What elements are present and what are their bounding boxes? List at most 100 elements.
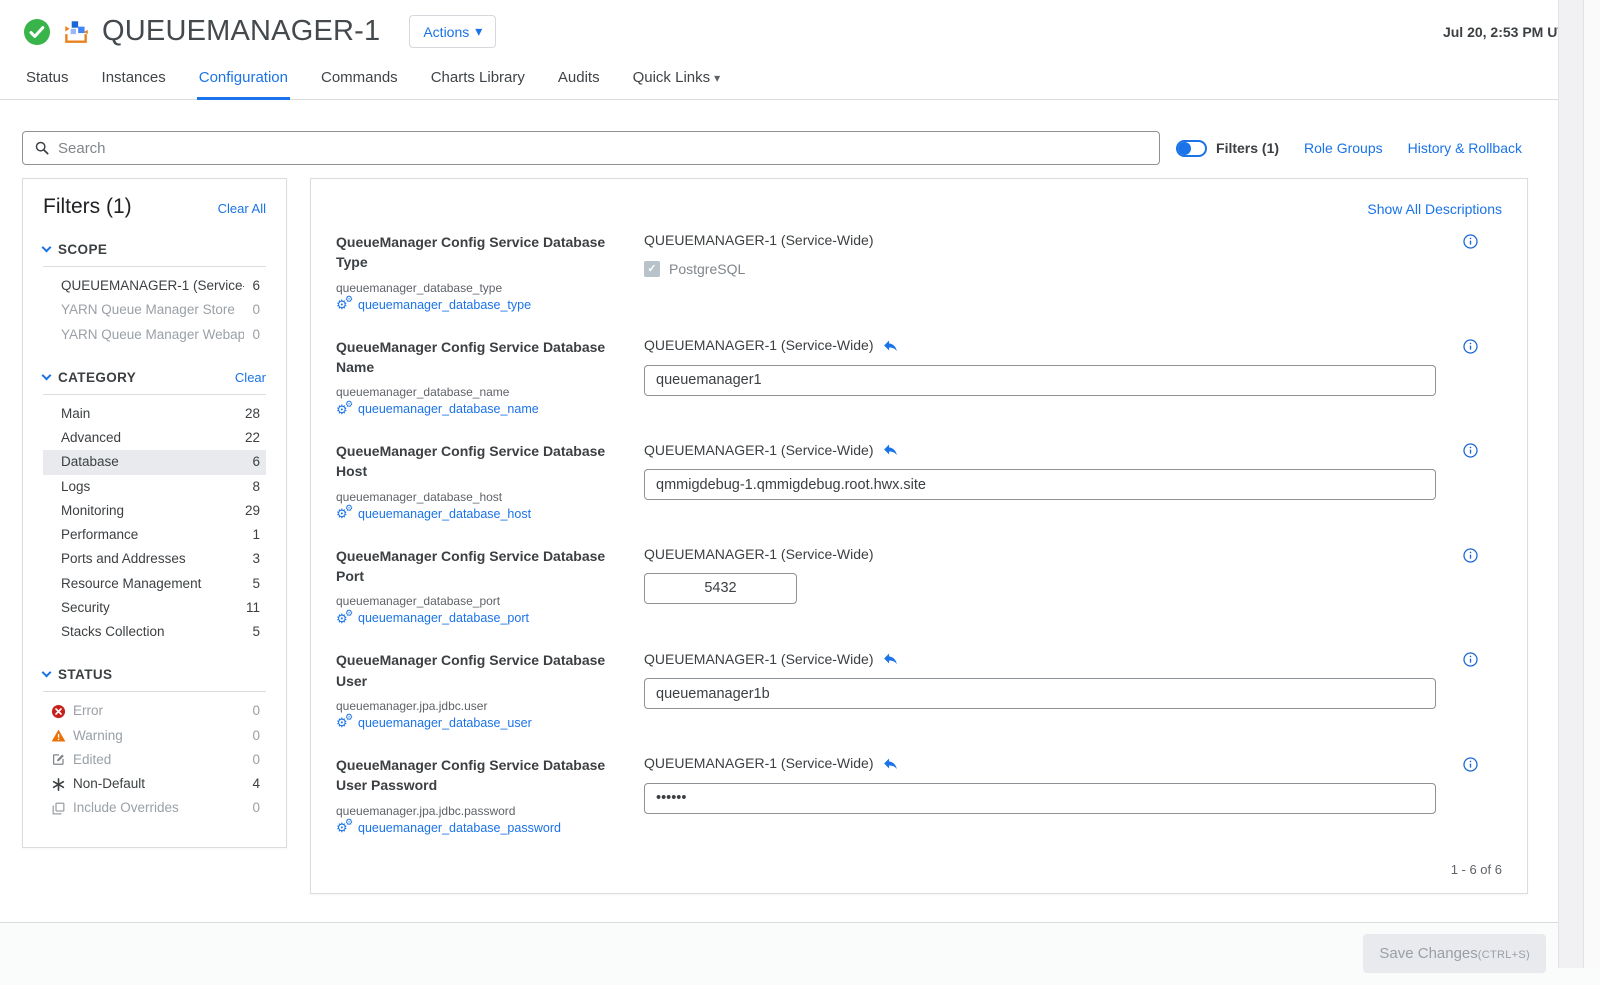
info-icon[interactable] xyxy=(1462,338,1479,417)
clear-all-link[interactable]: Clear All xyxy=(218,201,266,216)
footer-bar: Save Changes(CTRL+S) xyxy=(0,922,1600,985)
content-area: Filters (1) Clear All SCOPE QUEUEMANAGER… xyxy=(22,178,1528,922)
undo-icon[interactable] xyxy=(882,650,899,667)
config-code: queuemanager.jpa.jdbc.user xyxy=(336,699,624,713)
info-icon[interactable] xyxy=(1462,442,1479,521)
cogs-icon: ⚙⚙ xyxy=(336,821,353,834)
scope-filter-yarn-qm-store[interactable]: YARN Queue Manager Store0 xyxy=(43,298,266,322)
header-timestamp: Jul 20, 2:53 PM UTC xyxy=(1443,24,1576,40)
config-label: QueueManager Config Service Database Use… xyxy=(336,650,624,691)
category-filter-resource-management[interactable]: Resource Management5 xyxy=(43,572,266,596)
scope-filter-queuemanager-1[interactable]: QUEUEMANAGER-1 (Service-...6 xyxy=(43,274,266,298)
category-filter-logs[interactable]: Logs8 xyxy=(43,475,266,499)
category-filter-performance[interactable]: Performance1 xyxy=(43,523,266,547)
chevron-down-icon xyxy=(42,370,52,380)
pagination-label: 1 - 6 of 6 xyxy=(336,862,1502,877)
config-property-link[interactable]: queuemanager_database_password xyxy=(358,821,561,835)
error-icon xyxy=(51,704,66,719)
save-changes-button[interactable]: Save Changes(CTRL+S) xyxy=(1363,934,1546,973)
config-code: queuemanager.jpa.jdbc.password xyxy=(336,804,624,818)
undo-icon[interactable] xyxy=(882,755,899,772)
tab-status[interactable]: Status xyxy=(24,56,71,100)
category-filter-database[interactable]: Database6 xyxy=(43,450,266,474)
info-icon[interactable] xyxy=(1462,651,1479,730)
config-code: queuemanager_database_port xyxy=(336,594,624,608)
config-label: QueueManager Config Service Database Nam… xyxy=(336,337,624,378)
caret-down-icon: ▾ xyxy=(714,71,720,85)
undo-icon[interactable] xyxy=(882,441,899,458)
config-property-link[interactable]: queuemanager_database_port xyxy=(358,611,529,625)
scope-section-header[interactable]: SCOPE xyxy=(43,242,266,257)
status-filter-non-default[interactable]: Non-Default4 xyxy=(43,772,266,796)
vertical-scrollbar[interactable] xyxy=(1558,0,1584,968)
tab-quick-links[interactable]: Quick Links▾ xyxy=(631,56,723,100)
warning-icon xyxy=(51,728,66,743)
config-property-link[interactable]: queuemanager_database_type xyxy=(358,298,531,312)
filters-count-label: Filters (1) xyxy=(1216,140,1279,156)
page-header: QUEUEMANAGER-1 Actions▾ Jul 20, 2:53 PM … xyxy=(0,0,1600,56)
overrides-copy-icon xyxy=(51,801,66,816)
tab-bar: Status Instances Configuration Commands … xyxy=(0,56,1600,100)
category-filter-monitoring[interactable]: Monitoring29 xyxy=(43,499,266,523)
tab-configuration[interactable]: Configuration xyxy=(197,56,290,100)
history-rollback-link[interactable]: History & Rollback xyxy=(1408,140,1522,156)
cogs-icon: ⚙⚙ xyxy=(336,507,353,520)
database-host-input[interactable] xyxy=(644,469,1436,500)
postgresql-checkbox[interactable]: ✓ xyxy=(644,261,660,277)
config-property-link[interactable]: queuemanager_database_host xyxy=(358,507,531,521)
scope-label: QUEUEMANAGER-1 (Service-Wide) xyxy=(644,651,873,667)
category-section-header[interactable]: CATEGORY Clear xyxy=(43,370,266,385)
category-filter-ports-and-addresses[interactable]: Ports and Addresses3 xyxy=(43,547,266,571)
config-label: QueueManager Config Service Database Por… xyxy=(336,546,624,587)
database-password-input[interactable] xyxy=(644,783,1436,814)
database-name-input[interactable] xyxy=(644,365,1436,396)
category-filter-advanced[interactable]: Advanced22 xyxy=(43,426,266,450)
tab-audits[interactable]: Audits xyxy=(556,56,602,100)
database-user-input[interactable] xyxy=(644,678,1436,709)
config-row-database-password: QueueManager Config Service Database Use… xyxy=(336,755,1502,835)
status-filter-error[interactable]: Error0 xyxy=(43,699,266,723)
tab-instances[interactable]: Instances xyxy=(100,56,168,100)
status-filter-include-overrides[interactable]: Include Overrides0 xyxy=(43,796,266,820)
config-row-database-user: QueueManager Config Service Database Use… xyxy=(336,650,1502,730)
status-section-header[interactable]: STATUS xyxy=(43,667,266,682)
search-input[interactable] xyxy=(58,140,1148,157)
config-property-link[interactable]: queuemanager_database_user xyxy=(358,716,532,730)
filters-toggle[interactable]: Filters (1) xyxy=(1176,140,1279,157)
status-filter-edited[interactable]: Edited0 xyxy=(43,748,266,772)
toggle-icon xyxy=(1176,140,1207,157)
role-groups-link[interactable]: Role Groups xyxy=(1304,140,1383,156)
filters-title: Filters (1) xyxy=(43,195,132,219)
actions-button[interactable]: Actions▾ xyxy=(409,15,496,48)
category-section: CATEGORY Clear Main28 Advanced22 Databas… xyxy=(43,370,266,645)
cogs-icon: ⚙⚙ xyxy=(336,716,353,729)
scope-filter-yarn-qm-webapp[interactable]: YARN Queue Manager Webapp0 xyxy=(43,323,266,347)
config-property-link[interactable]: queuemanager_database_name xyxy=(358,402,539,416)
health-good-icon xyxy=(24,19,50,45)
filters-sidebar: Filters (1) Clear All SCOPE QUEUEMANAGER… xyxy=(22,178,287,848)
info-icon[interactable] xyxy=(1462,233,1479,312)
chevron-down-icon xyxy=(42,243,52,253)
config-label: QueueManager Config Service Database Use… xyxy=(336,755,624,796)
queuemanager-service-icon xyxy=(61,17,91,47)
tab-commands[interactable]: Commands xyxy=(319,56,400,100)
caret-down-icon: ▾ xyxy=(475,23,482,40)
tab-charts-library[interactable]: Charts Library xyxy=(429,56,527,100)
category-filter-main[interactable]: Main28 xyxy=(43,402,266,426)
config-row-database-port: QueueManager Config Service Database Por… xyxy=(336,546,1502,626)
category-filter-security[interactable]: Security11 xyxy=(43,596,266,620)
show-all-descriptions-link[interactable]: Show All Descriptions xyxy=(1367,201,1502,217)
config-row-database-name: QueueManager Config Service Database Nam… xyxy=(336,337,1502,417)
undo-icon[interactable] xyxy=(882,337,899,354)
scope-label: QUEUEMANAGER-1 (Service-Wide) xyxy=(644,755,873,771)
scope-label: QUEUEMANAGER-1 (Service-Wide) xyxy=(644,442,873,458)
category-clear-link[interactable]: Clear xyxy=(235,370,266,385)
search-box[interactable] xyxy=(22,131,1160,165)
status-filter-warning[interactable]: Warning0 xyxy=(43,724,266,748)
database-port-input[interactable] xyxy=(644,573,797,604)
info-icon[interactable] xyxy=(1462,547,1479,626)
divider xyxy=(43,266,266,267)
category-filter-stacks-collection[interactable]: Stacks Collection5 xyxy=(43,620,266,644)
info-icon[interactable] xyxy=(1462,756,1479,835)
cogs-icon: ⚙⚙ xyxy=(336,298,353,311)
